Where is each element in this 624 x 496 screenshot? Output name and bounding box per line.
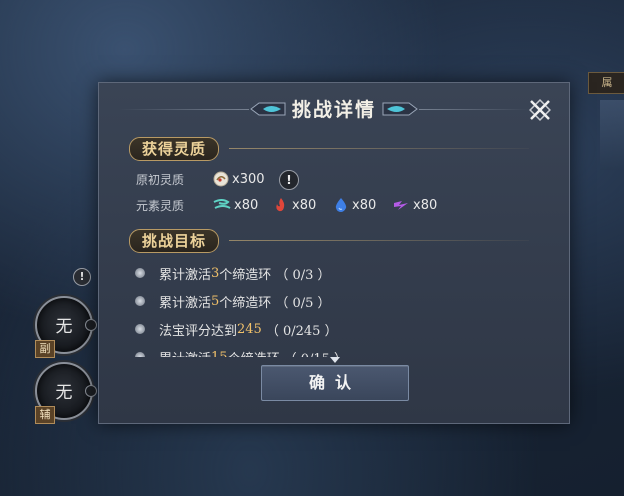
goal-item: 法宝评分达到 245 （ 0/245 ） xyxy=(135,319,338,339)
fire-essence-amount: x80 xyxy=(292,197,317,213)
goal-text: 个缔造环 xyxy=(219,295,272,311)
goal-item: 累计激活 5 个缔造环（ 0/5 ） xyxy=(135,291,331,311)
primary-essence-item: x300 xyxy=(213,170,265,188)
close-icon[interactable] xyxy=(525,95,555,125)
goal-item: 累计激活 3 个缔造环（ 0/3 ） xyxy=(135,263,331,283)
goals-header: 挑战目标 xyxy=(129,229,220,253)
goal-text: 个缔造环 xyxy=(228,348,280,358)
slot-connector-icon xyxy=(85,385,97,397)
goal-progress: （ 0/5 ） xyxy=(275,295,331,311)
element-essence-label: 元素灵质 xyxy=(136,199,185,213)
water-icon xyxy=(335,198,347,212)
title-divider xyxy=(119,109,249,110)
lightning-essence-item: x80 xyxy=(392,196,437,214)
goal-bullet-icon xyxy=(135,296,145,306)
challenge-detail-dialog: 挑战详情 获得灵质 原初灵质 x300 ! 元素灵质 x80 x80 x80 x… xyxy=(98,82,570,424)
goal-target: 5 xyxy=(211,293,220,309)
water-essence-item: x80 xyxy=(333,196,376,214)
goal-target: 3 xyxy=(211,265,220,281)
confirm-button[interactable]: 确认 xyxy=(261,365,409,401)
goal-bullet-icon xyxy=(135,352,145,357)
sub-slot-label: 无 xyxy=(55,317,73,337)
section-divider xyxy=(229,148,529,149)
orb-icon xyxy=(213,171,229,187)
title-bar: 挑战详情 xyxy=(99,91,569,127)
rewards-header: 获得灵质 xyxy=(129,137,220,161)
goal-list[interactable]: 累计激活 3 个缔造环（ 0/3 ） 累计激活 5 个缔造环（ 0/5 ） 法宝评分达到… xyxy=(135,259,535,357)
goal-bullet-icon xyxy=(135,268,145,278)
goal-bullet-icon xyxy=(135,324,145,334)
goal-progress: （ 0/245 ） xyxy=(265,323,338,339)
assist-slot-label: 无 xyxy=(55,383,73,403)
sub-slot-tag: 副 xyxy=(35,340,55,358)
goal-text: 法宝评分达到 xyxy=(159,323,238,339)
goal-target: 245 xyxy=(237,321,262,337)
primary-essence-label: 原初灵质 xyxy=(136,173,185,187)
lightning-icon xyxy=(394,201,408,210)
goal-text: 累计激活 xyxy=(159,295,212,311)
primary-essence-amount: x300 xyxy=(232,171,265,187)
section-divider xyxy=(229,240,529,241)
info-icon[interactable]: ! xyxy=(279,170,299,190)
goal-target: 15 xyxy=(211,349,228,358)
goal-text: 累计激活 xyxy=(159,348,211,358)
sub-slot[interactable]: 无 副 xyxy=(35,296,97,358)
info-icon[interactable]: ! xyxy=(73,268,91,286)
goal-item: 累计激活15个缔造环（ 0/15 ） xyxy=(135,347,347,357)
background-decoration xyxy=(600,100,624,170)
assist-slot[interactable]: 无 辅 xyxy=(35,362,97,424)
fire-icon xyxy=(276,198,285,212)
scroll-down-icon[interactable] xyxy=(329,355,341,365)
goal-text: 个缔造环 xyxy=(219,267,272,283)
dialog-title: 挑战详情 xyxy=(291,99,376,121)
water-essence-amount: x80 xyxy=(352,197,377,213)
wind-essence-item: x80 xyxy=(213,196,258,214)
goal-progress: （ 0/3 ） xyxy=(275,267,331,283)
goal-text: 累计激活 xyxy=(159,267,212,283)
wind-essence-amount: x80 xyxy=(234,197,259,213)
background-tab: 属 xyxy=(588,72,624,94)
title-divider xyxy=(419,109,529,110)
wind-icon xyxy=(213,199,231,209)
slot-connector-icon xyxy=(85,319,97,331)
lightning-essence-amount: x80 xyxy=(413,197,438,213)
fire-essence-item: x80 xyxy=(273,196,316,214)
assist-slot-tag: 辅 xyxy=(35,406,55,424)
